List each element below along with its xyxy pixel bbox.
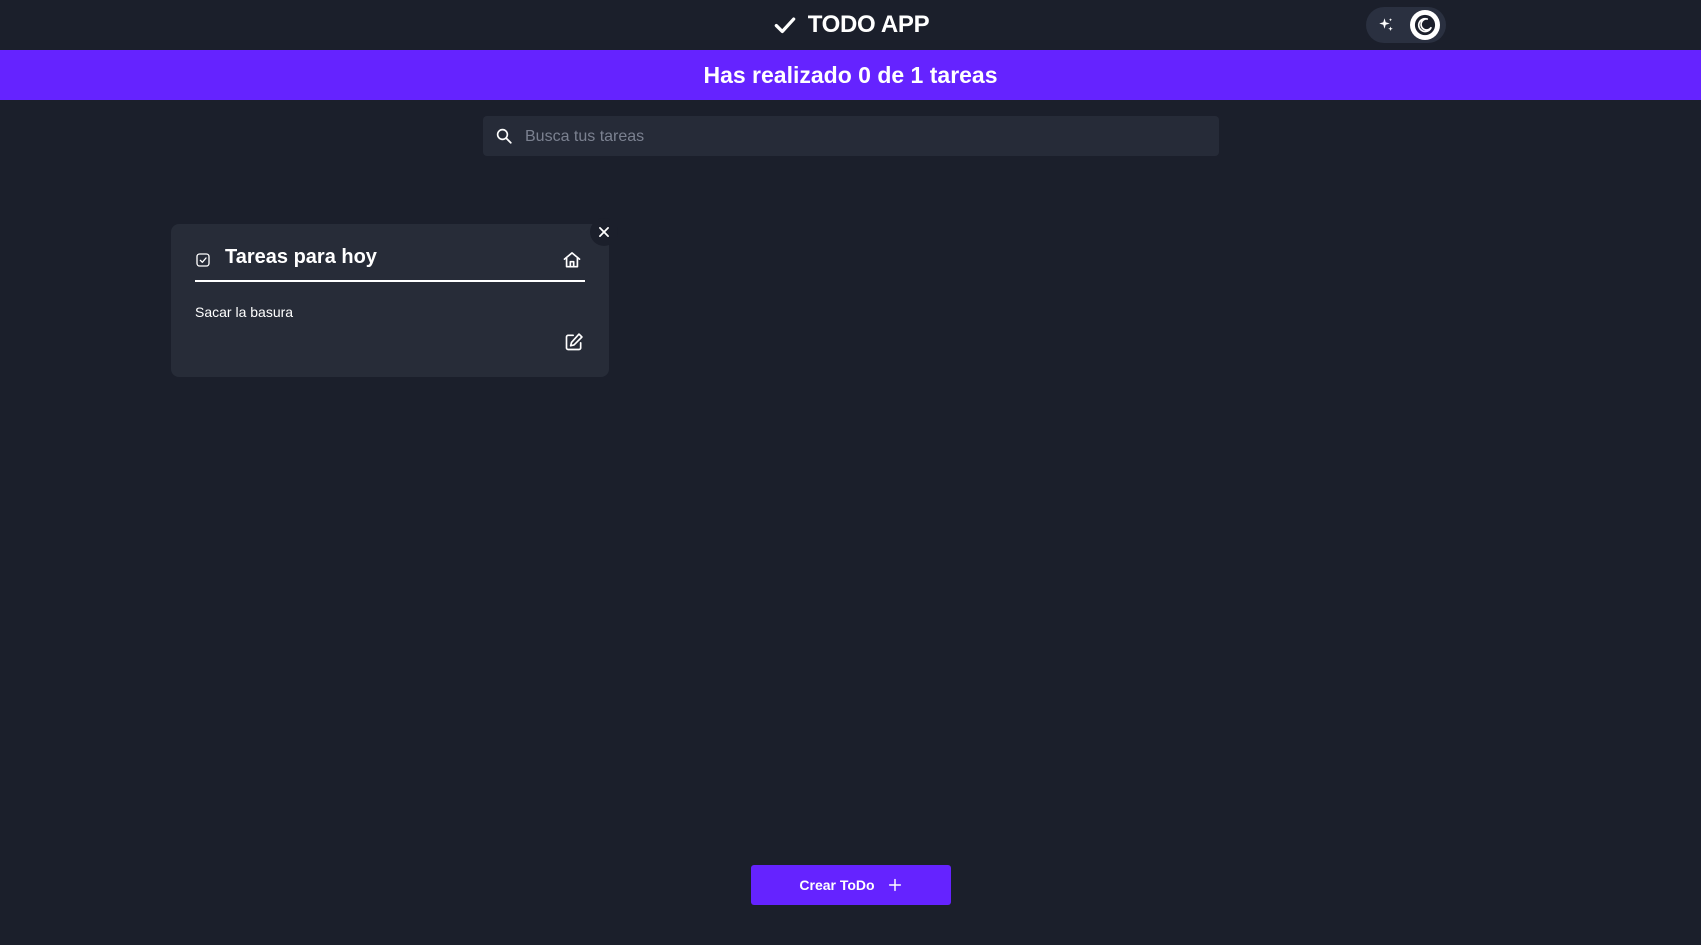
app-title-text: TODO APP <box>807 11 930 38</box>
theme-toggle[interactable] <box>1366 7 1446 43</box>
search-bar[interactable] <box>483 116 1219 158</box>
search-icon <box>495 127 513 145</box>
todo-card: Tareas para hoy Sacar la basura <box>171 218 618 377</box>
create-todo-label: Crear ToDo <box>799 877 875 893</box>
search-input[interactable] <box>523 116 1207 158</box>
plus-icon <box>887 877 903 893</box>
create-todo-button[interactable]: Crear ToDo <box>751 865 951 905</box>
edit-icon[interactable] <box>564 332 584 352</box>
check-icon <box>772 12 798 38</box>
moon-icon[interactable] <box>1410 10 1440 40</box>
app-header: TODO APP <box>0 0 1701 50</box>
checkbox-icon[interactable] <box>195 252 211 268</box>
progress-text: Has realizado 0 de 1 tareas <box>703 61 998 88</box>
home-icon <box>562 250 582 270</box>
progress-banner: Has realizado 0 de 1 tareas <box>0 50 1701 100</box>
close-icon[interactable] <box>590 218 618 246</box>
sparkle-icon <box>1377 16 1395 34</box>
task-text: Sacar la basura <box>195 304 294 320</box>
card-header: Tareas para hoy <box>195 240 585 282</box>
card-title: Tareas para hoy <box>225 246 377 268</box>
